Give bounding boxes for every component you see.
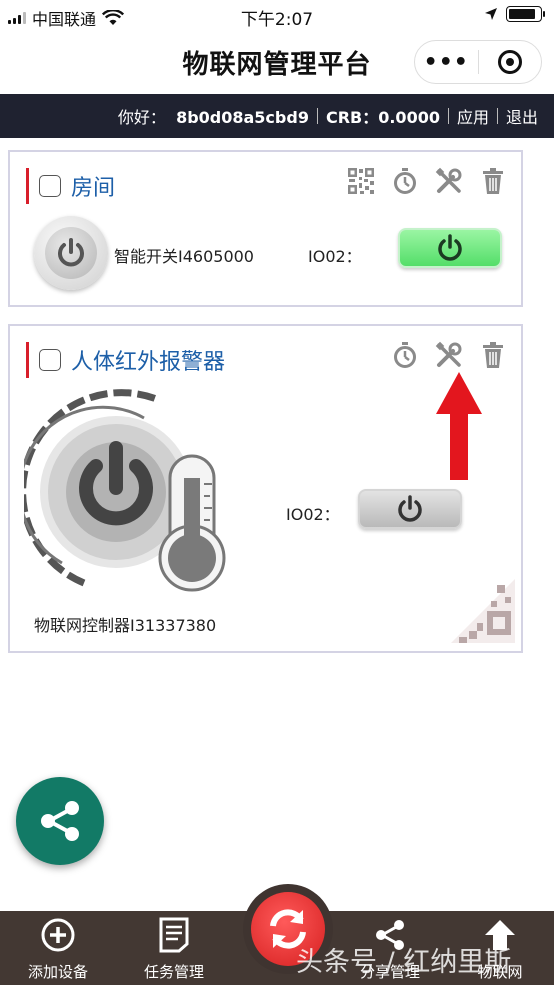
timer-icon[interactable] bbox=[391, 166, 419, 196]
card-accent-bar bbox=[26, 342, 29, 378]
watermark: 头条号 / 红纳里斯 bbox=[296, 947, 512, 978]
add-circle-icon bbox=[41, 918, 75, 952]
io-label: IO02： bbox=[308, 247, 362, 266]
card-header: 人体红外报警器 bbox=[26, 342, 225, 378]
apps-link[interactable]: 应用 bbox=[449, 104, 497, 128]
device-name: 物联网控制器I31337380 bbox=[34, 616, 217, 635]
timer-icon[interactable] bbox=[391, 340, 419, 370]
card-toolbar bbox=[391, 340, 507, 370]
tab-label: 添加设备 bbox=[27, 963, 88, 981]
crb-value: 0.0000 bbox=[378, 108, 440, 127]
user-id: 8b0d08a5cbd9 bbox=[176, 108, 309, 127]
select-checkbox[interactable] bbox=[39, 349, 61, 371]
red-arrow-annotation bbox=[436, 372, 482, 480]
smart-switch-icon bbox=[34, 216, 108, 290]
card-toolbar bbox=[347, 166, 507, 196]
card-title: 房间 bbox=[71, 176, 116, 201]
io02-switch-button-off[interactable] bbox=[358, 489, 462, 529]
infrared-alarm-icon bbox=[24, 389, 226, 592]
status-bar: 中国联通 下午2:07 bbox=[0, 0, 554, 32]
device-group-card: 人体红外报警器 IO02： 物联网控制器I31337380 bbox=[8, 324, 523, 653]
greeting-label: 你好： bbox=[117, 108, 166, 127]
card-accent-bar bbox=[26, 168, 29, 204]
status-right bbox=[484, 6, 545, 22]
crb-label: CRB： bbox=[325, 108, 379, 127]
card-header: 房间 bbox=[26, 168, 115, 204]
settings-tools-icon[interactable] bbox=[435, 340, 463, 370]
crb-balance: CRB：0.0000 bbox=[318, 104, 448, 128]
logout-link[interactable]: 退出 bbox=[498, 104, 546, 128]
settings-tools-icon[interactable] bbox=[435, 166, 463, 196]
target-icon bbox=[497, 50, 522, 74]
qr-code-icon[interactable] bbox=[347, 166, 375, 196]
battery-icon bbox=[506, 6, 545, 22]
select-checkbox[interactable] bbox=[39, 175, 61, 197]
tab-task-management[interactable]: 任务管理 bbox=[126, 917, 222, 982]
device-name: 智能开关I4605000 bbox=[114, 247, 254, 266]
power-icon bbox=[398, 495, 422, 522]
share-floating-button[interactable] bbox=[16, 777, 104, 865]
task-list-icon bbox=[159, 917, 189, 953]
user-info-bar: 你好： 8b0d08a5cbd9 CRB：0.0000 应用 退出 bbox=[0, 94, 554, 138]
delete-icon[interactable] bbox=[479, 340, 507, 370]
share-icon bbox=[41, 801, 79, 841]
more-menu-button[interactable]: ••• bbox=[415, 50, 478, 75]
greeting: 你好： 8b0d08a5cbd9 bbox=[110, 104, 317, 128]
tab-add-device[interactable]: 添加设备 bbox=[10, 917, 106, 982]
io-label: IO02： bbox=[286, 505, 340, 524]
mini-program-capsule: ••• bbox=[414, 40, 542, 84]
close-mini-program-button[interactable] bbox=[479, 50, 542, 74]
power-icon bbox=[438, 234, 462, 261]
location-arrow-icon bbox=[485, 8, 497, 20]
device-group-card: 房间 智能开关I4605000 IO02： bbox=[8, 150, 523, 307]
delete-icon[interactable] bbox=[479, 166, 507, 196]
tab-label: 任务管理 bbox=[143, 963, 204, 981]
corner-qr-decoration bbox=[451, 579, 515, 643]
card-title: 人体红外报警器 bbox=[71, 350, 226, 375]
clock: 下午2:07 bbox=[240, 10, 314, 30]
nav-bar: 物联网管理平台 ••• bbox=[0, 32, 554, 94]
io02-switch-button-on[interactable] bbox=[398, 228, 502, 268]
